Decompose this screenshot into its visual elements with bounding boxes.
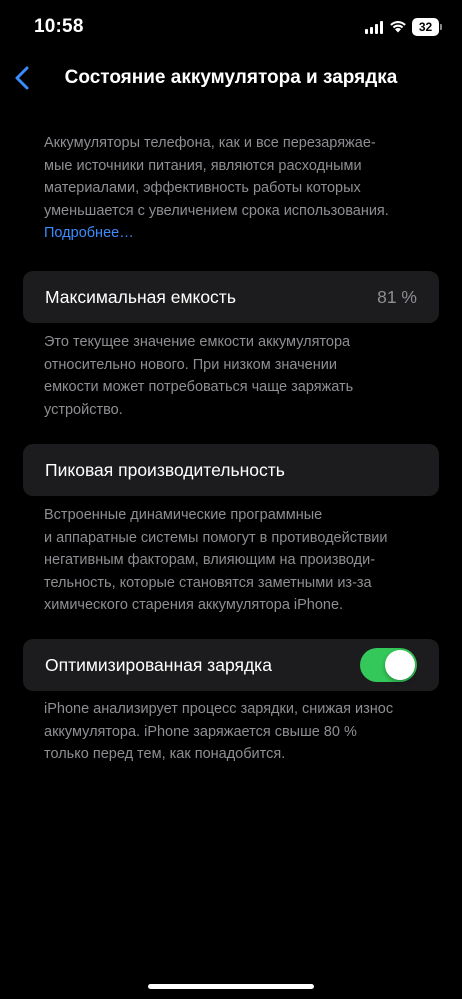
note-line: только перед тем, как понадобится. — [44, 746, 286, 762]
cellular-signal-icon — [365, 21, 383, 34]
note-line: негативным факторам, влияющим на произво… — [44, 552, 376, 568]
intro-line: материалами, эффективность работы которы… — [44, 180, 361, 196]
peak-performance-label: Пиковая производительность — [45, 460, 285, 480]
optimized-charging-row: Оптимизированная зарядка — [23, 639, 439, 691]
note-line: тельность, которые становятся заметными … — [44, 574, 372, 591]
max-capacity-row: Максимальная емкость 81 % — [23, 271, 439, 323]
note-line: и аппаратные системы помогут в противоде… — [44, 529, 388, 546]
intro-line: уменьшается с увеличением срока использо… — [44, 202, 389, 219]
battery-health-screen: 10:58 32 Состояние аккумулятора и зарядк… — [0, 0, 462, 999]
home-indicator[interactable] — [148, 984, 314, 989]
battery-icon: 32 — [412, 18, 442, 36]
optimized-charging-label: Оптимизированная зарядка — [45, 655, 272, 675]
intro-line: мые источники питания, являются расходны… — [44, 157, 362, 174]
max-capacity-label: Максимальная емкость — [45, 287, 236, 307]
battery-level: 32 — [412, 18, 439, 36]
intro-text: Аккумуляторы телефона, как и все перезар… — [44, 132, 424, 245]
note-line: относительно нового. При низком значении — [44, 356, 337, 373]
note-line: iPhone анализирует процесс зарядки, сниж… — [44, 701, 394, 717]
note-line: емкости может потребоваться чаще заряжат… — [44, 379, 354, 395]
wifi-icon — [390, 21, 406, 33]
note-line: аккумулятора. iPhone заряжается свыше 80… — [44, 723, 357, 740]
intro-line: Аккумуляторы телефона, как и все перезар… — [44, 135, 376, 151]
status-bar: 10:58 32 — [0, 0, 462, 56]
peak-performance-note: Встроенные динамические программные и ап… — [44, 504, 424, 617]
page-title: Состояние аккумулятора и зарядка — [64, 67, 398, 88]
toggle-knob — [385, 650, 415, 680]
optimized-charging-toggle[interactable] — [360, 648, 417, 682]
note-line: химического старения аккумулятора iPhone… — [44, 597, 344, 613]
note-line: устройство. — [44, 401, 123, 418]
max-capacity-note: Это текущее значение емкости аккумулятор… — [44, 331, 424, 421]
max-capacity-value: 81 % — [377, 287, 417, 307]
status-time: 10:58 — [34, 16, 84, 37]
optimized-charging-note: iPhone анализирует процесс зарядки, сниж… — [44, 698, 424, 766]
learn-more-link[interactable]: Подробнее… — [44, 222, 424, 245]
note-line: Это текущее значение емкости аккумулятор… — [44, 334, 351, 350]
peak-performance-row: Пиковая производительность — [23, 444, 439, 496]
note-line: Встроенные динамические программные — [44, 507, 323, 523]
